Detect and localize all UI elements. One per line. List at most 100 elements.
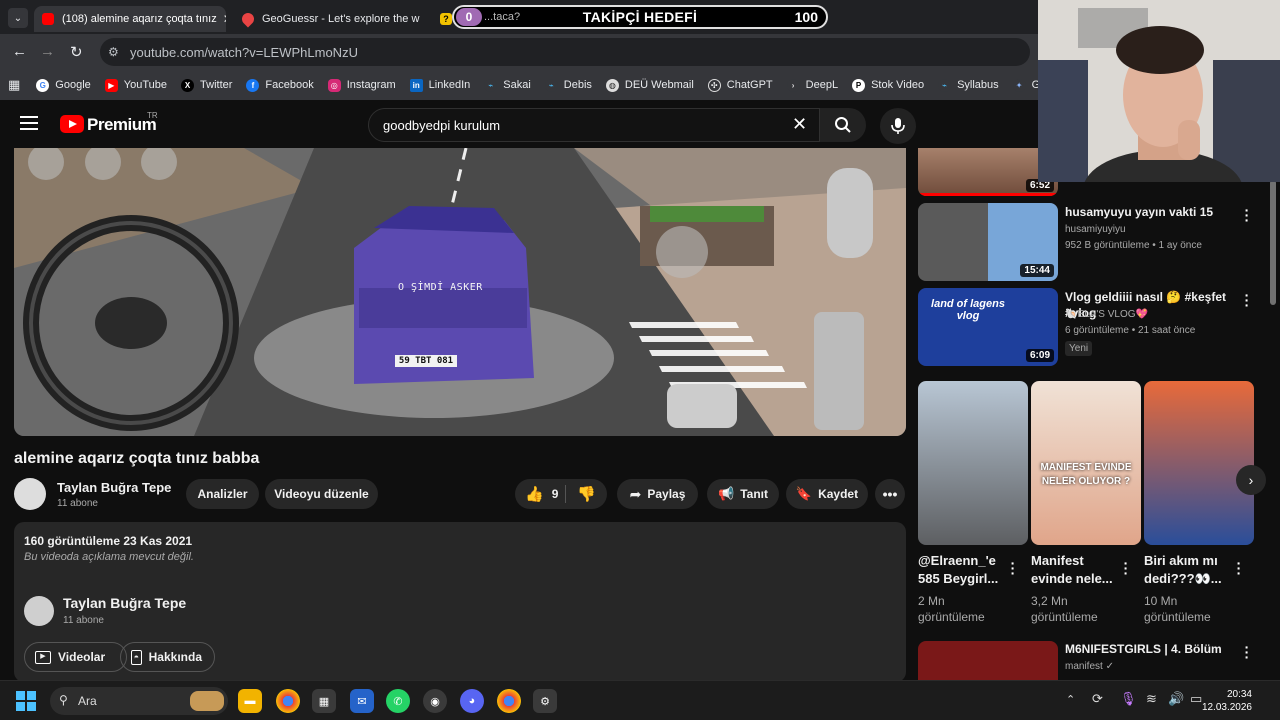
share-button[interactable]: ➦ Paylaş xyxy=(617,479,698,509)
bookmark-deu-webmail[interactable]: ◍ DEÜ Webmail xyxy=(605,78,694,92)
chatgpt-icon: ✣ xyxy=(707,78,721,92)
taskbar-search[interactable]: ⚲ Ara xyxy=(50,687,228,715)
file-explorer-icon[interactable]: ▬ xyxy=(238,689,262,713)
bookmark-youtube[interactable]: ▶ YouTube xyxy=(104,78,167,92)
analytics-button[interactable]: Analizler xyxy=(186,479,259,509)
recommendations-panel: 6:52 15:44 husamyuyu yayın vakti 15 husa… xyxy=(918,148,1270,680)
short-thumbnail[interactable]: MANIFEST EVINDE NELER OLUYOR ? xyxy=(1031,381,1141,545)
bookmark-gemini[interactable]: ✦Gemini xyxy=(1012,78,1040,92)
tab-geoguessr[interactable]: GeoGuessr - Let's explore the w ✕ xyxy=(234,6,422,32)
recommendation-channel[interactable]: manifest ✓ xyxy=(1065,660,1114,674)
short-title-line2[interactable]: 585 Beygirl... xyxy=(918,570,998,588)
discord-icon[interactable]: ◕ xyxy=(460,689,484,713)
edit-video-button[interactable]: Videoyu düzenle xyxy=(265,479,378,509)
bookmark-google[interactable]: G Google xyxy=(36,78,91,92)
bookmark-twitter[interactable]: X Twitter xyxy=(181,78,232,92)
settings-gear-icon[interactable]: ⚙ xyxy=(533,689,557,713)
close-tab-icon[interactable]: ✕ xyxy=(217,12,226,26)
kebab-menu-icon[interactable]: · · · xyxy=(1123,556,1129,580)
chrome-icon[interactable] xyxy=(276,689,300,713)
bookmark-linkedin[interactable]: in LinkedIn xyxy=(409,78,470,92)
youtube-brand[interactable]: Premium xyxy=(87,115,157,135)
kebab-menu-icon[interactable]: · · · xyxy=(1244,640,1250,664)
bookmark-syllabus[interactable]: ⌁ Syllabus xyxy=(938,78,999,92)
site-info-icon[interactable]: ⚙ xyxy=(108,45,119,59)
menu-icon[interactable] xyxy=(20,116,38,130)
tray-app-icon[interactable]: ⟳ xyxy=(1092,691,1103,707)
tray-clock[interactable]: 20:34 12.03.2026 xyxy=(1202,688,1252,714)
bookmark-stok-video[interactable]: P Stok Video xyxy=(852,78,924,92)
apps-grid-icon[interactable]: ▦ xyxy=(8,77,20,93)
reload-icon[interactable]: ↻ xyxy=(70,43,83,61)
recommendation-channel[interactable]: husamiyuyiyu xyxy=(1065,223,1126,237)
like-button[interactable]: 👍 9 xyxy=(525,485,558,503)
tab-youtube[interactable]: (108) alemine aqarız çoqta tınız ✕ xyxy=(34,6,226,32)
bookmark-facebook[interactable]: f Facebook xyxy=(246,78,314,92)
volume-icon[interactable]: 🔊 xyxy=(1168,691,1184,707)
tray-mic-icon[interactable]: 🎙 xyxy=(1120,691,1137,707)
description-box[interactable]: 160 görüntüleme 23 Kas 2021 Bu videoda a… xyxy=(14,522,906,682)
search-button[interactable] xyxy=(820,108,866,142)
bookmark-chatgpt[interactable]: ✣ ChatGPT xyxy=(707,78,773,92)
clear-search-icon[interactable]: ✕ xyxy=(792,114,807,135)
recommendation-thumbnail[interactable]: 6:52 xyxy=(918,148,1058,196)
dislike-button[interactable]: 👎 xyxy=(577,485,596,503)
save-button[interactable]: 🔖 Kaydet xyxy=(786,479,868,509)
bookmark-debis[interactable]: ⌁ Debis xyxy=(544,78,592,92)
tab-search-button[interactable]: ⌄ xyxy=(8,8,28,28)
store-icon[interactable]: ▦ xyxy=(312,689,336,713)
channel-avatar[interactable] xyxy=(14,478,46,510)
windows-start-icon[interactable] xyxy=(16,691,36,711)
taskbar-search-label: Ara xyxy=(78,694,97,708)
wifi-icon[interactable]: ≋ xyxy=(1146,691,1157,707)
video-overlay-text: O ŞİMDİ ASKER xyxy=(398,282,483,293)
short-title-line2[interactable]: dedi???👀... xyxy=(1144,570,1222,588)
recommendation-title[interactable]: husamyuyu yayın vakti 15 xyxy=(1065,204,1245,220)
back-arrow-icon[interactable]: ← xyxy=(12,43,27,60)
tray-chevron-up-icon[interactable]: ⌃ xyxy=(1066,693,1075,706)
bookmark-deepl[interactable]: › DeepL xyxy=(786,78,838,92)
whatsapp-icon[interactable]: ✆ xyxy=(386,689,410,713)
scrollbar-thumb[interactable] xyxy=(1270,180,1276,305)
description-channel-avatar[interactable] xyxy=(24,596,54,626)
shorts-next-button[interactable]: › xyxy=(1236,465,1266,495)
recommendation-title[interactable]: M6NIFESTGIRLS | 4. Bölüm xyxy=(1065,641,1245,657)
channel-name[interactable]: Taylan Buğra Tepe xyxy=(57,480,171,495)
short-title-line2[interactable]: evinde nele... xyxy=(1031,570,1113,588)
tab-label: GeoGuessr - Let's explore the w xyxy=(262,13,420,25)
short-thumbnail[interactable] xyxy=(1144,381,1254,545)
close-tab-icon[interactable]: ✕ xyxy=(419,12,422,26)
video-player[interactable]: O ŞİMDİ ASKER 59 TBT 081 xyxy=(14,148,906,436)
kebab-menu-icon[interactable]: · · · xyxy=(1244,203,1250,227)
short-title-line1[interactable]: @Elraenn_'e xyxy=(918,552,996,570)
promote-button[interactable]: 📢 Tanıt xyxy=(707,479,779,509)
search-query-text: goodbyedpi kurulum xyxy=(383,117,501,133)
about-button[interactable]: ◓ Hakkında xyxy=(120,642,215,672)
search-input[interactable]: goodbyedpi kurulum xyxy=(368,108,820,142)
chrome-profile-icon[interactable] xyxy=(497,689,521,713)
battery-icon[interactable]: ▭ xyxy=(1190,691,1202,707)
bookmark-instagram[interactable]: ◎ Instagram xyxy=(327,78,396,92)
videos-button[interactable]: ▶ Videolar xyxy=(24,642,127,672)
start-square xyxy=(16,691,25,700)
description-channel-name[interactable]: Taylan Buğra Tepe xyxy=(63,595,186,611)
steam-icon[interactable]: ◉ xyxy=(423,689,447,713)
voice-search-button[interactable] xyxy=(880,108,916,144)
short-title-line1[interactable]: Manifest xyxy=(1031,552,1084,570)
more-actions-button[interactable]: ••• xyxy=(875,479,905,509)
recommendation-thumbnail[interactable]: land of lagens vlog 6:09 xyxy=(918,288,1058,366)
youtube-logo-icon[interactable] xyxy=(60,115,84,133)
mail-icon[interactable]: ✉ xyxy=(350,689,374,713)
short-thumbnail[interactable] xyxy=(918,381,1028,545)
url-input[interactable]: youtube.com/watch?v=LEWPhLmoNzU xyxy=(100,38,1030,66)
recommendation-channel[interactable]: 🐚ELA'S VLOG💖 xyxy=(1065,308,1148,322)
short-title-line1[interactable]: Biri akım mı xyxy=(1144,552,1218,570)
kebab-menu-icon[interactable]: · · · xyxy=(1236,556,1242,580)
kebab-menu-icon[interactable]: · · · xyxy=(1244,288,1250,312)
recommendation-thumbnail[interactable] xyxy=(918,641,1058,680)
recommendation-thumbnail[interactable]: 15:44 xyxy=(918,203,1058,281)
kebab-menu-icon[interactable]: · · · xyxy=(1010,556,1016,580)
new-badge: Yeni xyxy=(1065,341,1093,356)
forward-arrow-icon[interactable]: → xyxy=(40,43,55,60)
bookmark-sakai[interactable]: ⌁ Sakai xyxy=(484,78,531,92)
